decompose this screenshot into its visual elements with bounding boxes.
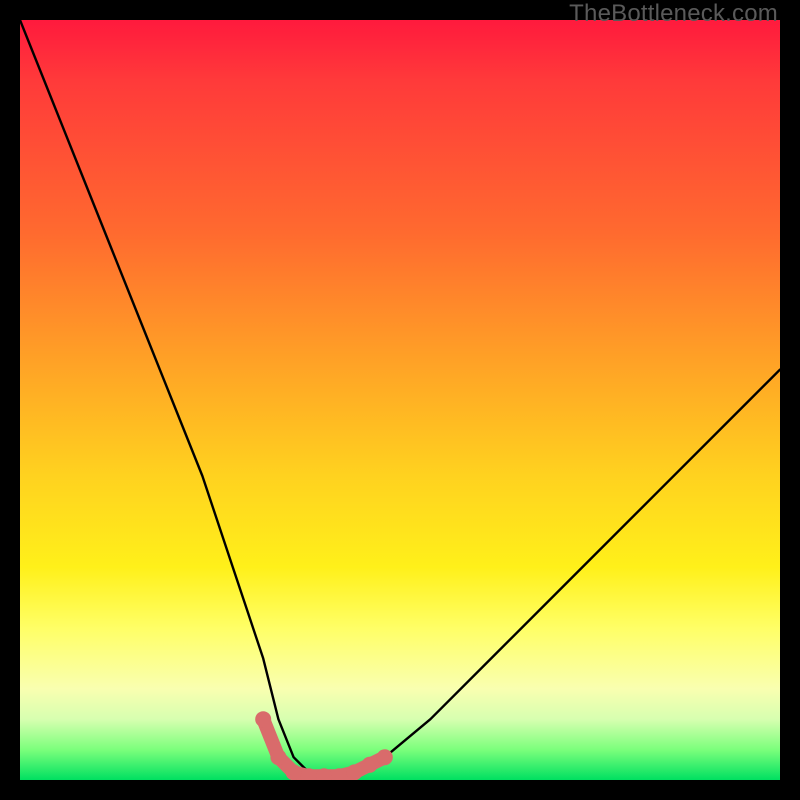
marker-dot [255, 711, 271, 727]
marker-dot [362, 757, 378, 773]
bottleneck-curve [20, 20, 780, 776]
marker-dot [346, 764, 362, 780]
chart-frame: TheBottleneck.com [0, 0, 800, 800]
plot-area [20, 20, 780, 780]
chart-svg [20, 20, 780, 780]
marker-dot [286, 764, 302, 780]
marker-dot [377, 749, 393, 765]
marker-dot [270, 749, 286, 765]
watermark-text: TheBottleneck.com [569, 0, 778, 28]
